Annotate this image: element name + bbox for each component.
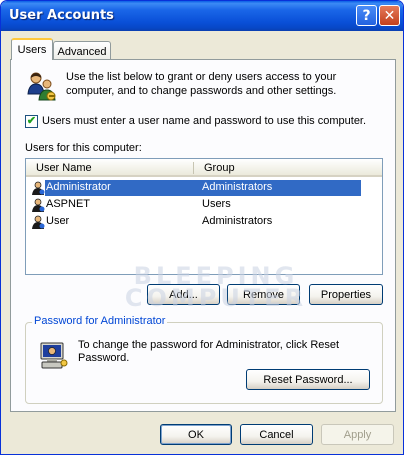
user-name-cell: ASPNET bbox=[46, 198, 91, 210]
user-icon bbox=[32, 181, 45, 195]
user-group-cell: Administrators bbox=[202, 181, 273, 193]
reset-password-button-label: Reset Password... bbox=[263, 373, 353, 386]
users-list-header: User Name Group bbox=[26, 159, 382, 177]
tab-advanced[interactable]: Advanced bbox=[53, 41, 111, 61]
column-user-name[interactable]: User Name bbox=[36, 162, 92, 174]
table-row[interactable]: ASPNET Users bbox=[30, 197, 358, 213]
password-help-text: To change the password for Administrator… bbox=[78, 339, 340, 364]
column-divider[interactable] bbox=[193, 162, 194, 174]
intro-text: Use the list below to grant or deny user… bbox=[66, 71, 337, 97]
properties-button[interactable]: Properties bbox=[309, 284, 383, 305]
tab-advanced-label: Advanced bbox=[57, 45, 107, 58]
require-login-label[interactable]: Users must enter a user name and passwor… bbox=[42, 115, 366, 127]
table-row[interactable]: Administrator Administrators bbox=[30, 180, 361, 196]
user-group-cell: Administrators bbox=[202, 215, 273, 227]
ok-button-label: OK bbox=[188, 428, 204, 441]
users-icon bbox=[27, 72, 56, 101]
window-title: User Accounts bbox=[9, 8, 114, 23]
user-icon bbox=[32, 215, 45, 229]
password-groupbox: Password for Administrator To change the… bbox=[25, 315, 383, 404]
cancel-button-label: Cancel bbox=[259, 428, 294, 441]
users-list-label: Users for this computer: bbox=[25, 142, 142, 154]
tab-users[interactable]: Users bbox=[11, 38, 53, 60]
ok-button[interactable]: OK bbox=[160, 424, 232, 445]
apply-button-label: Apply bbox=[343, 428, 372, 441]
user-name-cell: Administrator bbox=[46, 181, 111, 193]
close-button[interactable]: ✕ bbox=[379, 5, 400, 26]
help-icon: ? bbox=[362, 7, 371, 24]
watermark-line-2: COMPUTER bbox=[124, 284, 308, 312]
users-tab-panel: Use the list below to grant or deny user… bbox=[10, 59, 396, 412]
help-button[interactable]: ? bbox=[356, 5, 377, 26]
require-login-checkbox[interactable]: ✔ bbox=[25, 115, 38, 128]
properties-button-label: Properties bbox=[320, 288, 372, 301]
user-accounts-window: User Accounts ? ✕ Users Advanced Use the… bbox=[0, 0, 404, 455]
computer-password-icon bbox=[40, 342, 68, 369]
user-name-cell: User bbox=[46, 215, 70, 227]
user-group-cell: Users bbox=[202, 198, 231, 210]
tab-users-label: Users bbox=[17, 44, 47, 56]
checkmark-icon: ✔ bbox=[26, 115, 37, 127]
column-group[interactable]: Group bbox=[204, 162, 235, 174]
password-group-title: Password for Administrator bbox=[32, 315, 168, 327]
close-icon: ✕ bbox=[383, 7, 396, 24]
apply-button[interactable]: Apply bbox=[321, 424, 394, 445]
reset-password-button[interactable]: Reset Password... bbox=[246, 369, 370, 390]
watermark: BLEEPING COMPUTER bbox=[121, 264, 311, 312]
table-row[interactable]: User Administrators bbox=[30, 214, 358, 230]
title-bar[interactable]: User Accounts ? ✕ bbox=[1, 1, 403, 31]
cancel-button[interactable]: Cancel bbox=[240, 424, 313, 445]
users-list[interactable]: User Name Group Administrator Administra… bbox=[25, 158, 383, 275]
user-icon bbox=[32, 198, 45, 212]
